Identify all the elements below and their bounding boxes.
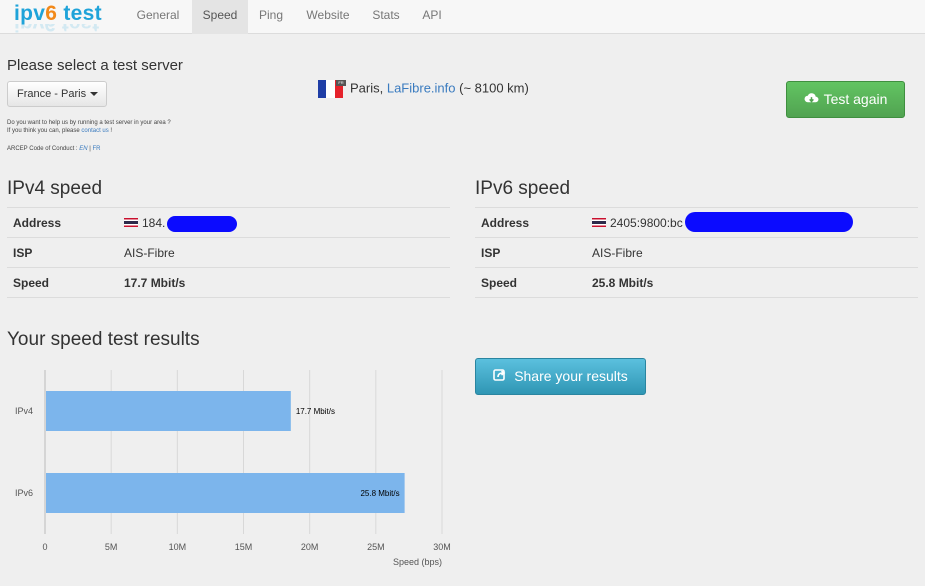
server-dropdown[interactable]: France - Paris — [7, 81, 107, 107]
help-note-line2: If you think you can, please contact us … — [7, 128, 112, 134]
ipv6-speed-value: 25.8 Mbit/s — [592, 276, 654, 290]
x-tick-label: 10M — [169, 542, 187, 552]
brand-text-ipv: ipv — [14, 2, 46, 25]
server-distance: (~ 8100 km) — [455, 80, 529, 96]
caret-down-icon — [90, 92, 99, 97]
results-title: Your speed test results — [7, 329, 200, 350]
server-dropdown-value: France - Paris — [17, 88, 87, 100]
table-row: Address 184. — [7, 208, 450, 238]
arcep-note: ARCEP Code of Conduct : EN | FR — [7, 146, 101, 152]
y-category-label: IPv6 — [15, 488, 33, 498]
nav-general[interactable]: General — [124, 0, 192, 34]
ipv4-isp-key: ISP — [13, 246, 33, 260]
y-category-label: IPv4 — [15, 406, 33, 416]
cloud-download-icon — [804, 93, 819, 103]
table-row: Speed 25.8 Mbit/s — [475, 268, 918, 298]
top-navbar: ipv6 test ipv6 test General Speed Ping W… — [0, 0, 925, 34]
ipv6-address-key: Address — [481, 216, 530, 230]
redaction-mark — [167, 216, 237, 232]
brand-reflection: ipv6 test — [14, 24, 99, 34]
nav-api[interactable]: API — [410, 0, 454, 34]
nav-website[interactable]: Website — [294, 0, 362, 34]
ipv4-isp-value: AIS-Fibre — [124, 246, 175, 260]
table-row: Address 2405:9800:bc — [475, 208, 918, 238]
brand-logo[interactable]: ipv6 test — [14, 2, 102, 26]
server-host-link[interactable]: LaFibre.info — [387, 80, 456, 95]
ipv6-address-text: 2405:9800:bc — [610, 216, 683, 230]
nav-ping[interactable]: Ping — [248, 0, 294, 34]
nav-speed[interactable]: Speed — [192, 0, 248, 34]
x-tick-label: 25M — [367, 542, 385, 552]
ipv6-table: Address 2405:9800:bc ISP AIS-Fibre Speed… — [475, 207, 918, 298]
nav-stats[interactable]: Stats — [362, 0, 410, 34]
arcep-en-link[interactable]: EN — [79, 146, 87, 152]
test-again-button[interactable]: Test again — [786, 81, 905, 118]
x-tick-label: 5M — [105, 542, 118, 552]
x-tick-label: 15M — [235, 542, 253, 552]
ipv6-isp-value: AIS-Fibre — [592, 246, 643, 260]
test-again-label: Test again — [823, 91, 888, 107]
table-row: ISP AIS-Fibre — [7, 238, 450, 268]
flag-country-code: FR — [336, 80, 346, 86]
redaction-mark — [685, 212, 853, 232]
help-note-line1: Do you want to help us by running a test… — [7, 120, 171, 126]
arcep-label: ARCEP Code of Conduct : — [7, 146, 80, 152]
server-city: Paris, — [350, 80, 387, 96]
contact-us-link[interactable]: contact us — [81, 128, 108, 134]
x-tick-label: 0 — [42, 542, 47, 552]
ipv4-address-text: 184. — [142, 216, 166, 230]
ipv6-isp-key: ISP — [481, 246, 501, 260]
ipv4-title: IPv4 speed — [7, 178, 103, 199]
ipv6-speed-key: Speed — [481, 276, 518, 290]
data-label: 17.7 Mbit/s — [296, 407, 335, 416]
ipv4-speed-key: Speed — [13, 276, 50, 290]
x-axis-title: Speed (bps) — [393, 557, 442, 567]
help-note-suffix: ! — [108, 128, 113, 134]
table-row: Speed 17.7 Mbit/s — [7, 268, 450, 298]
thailand-flag-icon — [124, 218, 138, 227]
share-results-label: Share your results — [514, 368, 628, 384]
x-tick-label: 30M — [433, 542, 451, 552]
ipv4-address-key: Address — [13, 216, 62, 230]
ipv4-address-value: 184. — [124, 216, 165, 230]
ipv6-address-value: 2405:9800:bc — [592, 216, 683, 230]
brand-text-6: 6 — [45, 2, 58, 25]
share-results-button[interactable]: Share your results — [475, 358, 646, 395]
data-label: 25.8 Mbit/s — [360, 489, 399, 498]
france-flag-icon: FR — [318, 80, 346, 98]
thailand-flag-icon — [592, 218, 606, 227]
ipv4-table: Address 184. ISP AIS-Fibre Speed 17.7 Mb… — [7, 207, 450, 298]
x-tick-label: 20M — [301, 542, 319, 552]
ipv6-title: IPv6 speed — [475, 178, 571, 199]
ipv4-speed-value: 17.7 Mbit/s — [124, 276, 186, 290]
help-note-prefix: If you think you can, please — [7, 128, 82, 134]
speed-results-chart: 0 5M 10M 15M 20M 25M 30M IPv4 17.7 Mbit/s IPv6 25.… — [15, 370, 451, 567]
brand-text-test: test — [57, 2, 102, 25]
table-row: ISP AIS-Fibre — [475, 238, 918, 268]
server-prompt: Please select a test server — [7, 57, 183, 74]
arcep-fr-link[interactable]: FR — [93, 146, 101, 152]
chart-bar-ipv4 — [46, 391, 291, 431]
share-icon — [493, 369, 506, 381]
server-info: FR Paris, LaFibre.info (~ 8100 km) — [318, 80, 529, 98]
chart-bar-ipv6 — [46, 473, 405, 513]
